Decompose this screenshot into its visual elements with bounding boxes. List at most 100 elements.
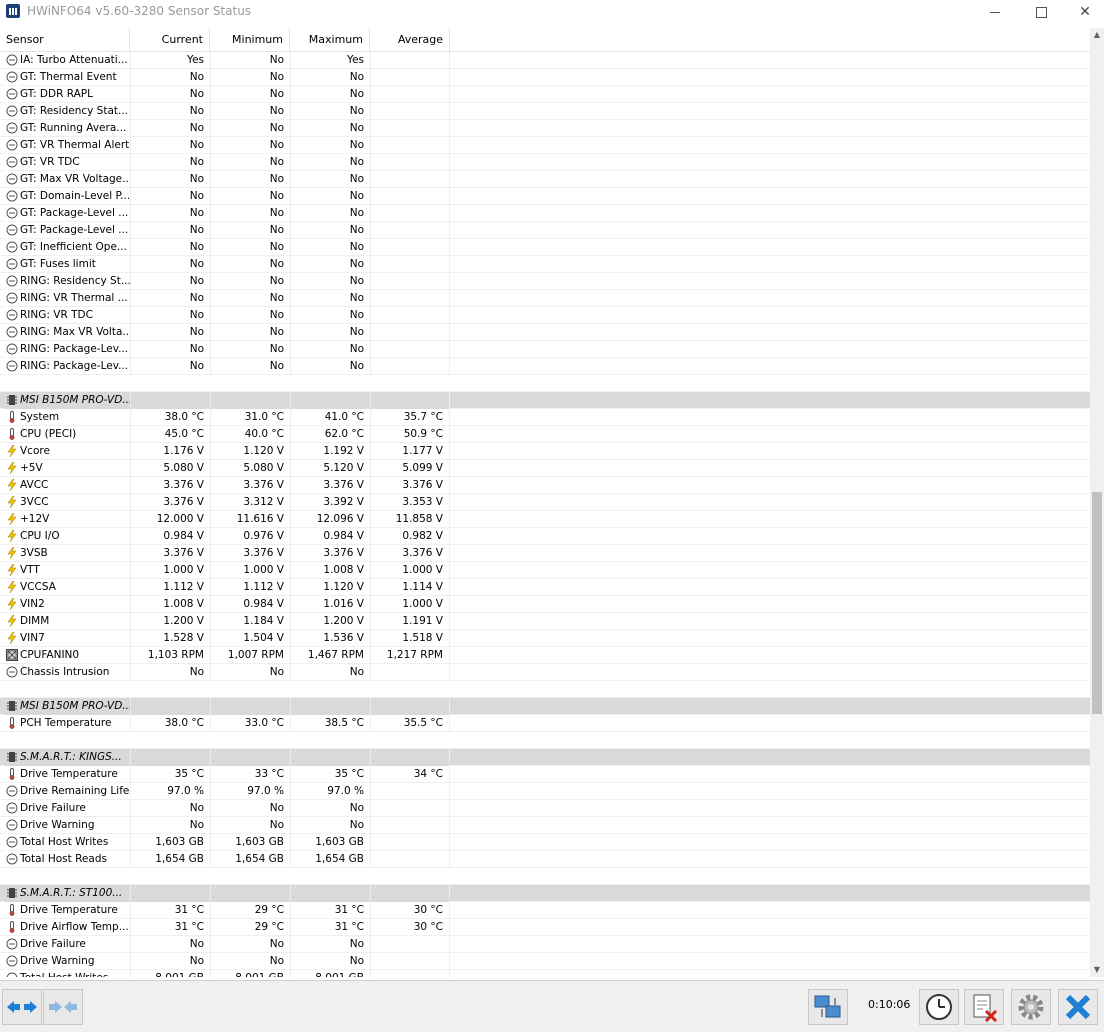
table-row[interactable]: CPU I/O 0.984 V 0.976 V 0.984 V 0.982 V — [0, 528, 1090, 545]
table-row[interactable]: GT: VR TDC No No No — [0, 154, 1090, 171]
table-row[interactable]: GT: Residency Stat... No No No — [0, 103, 1090, 120]
table-row[interactable]: GT: DDR RAPL No No No — [0, 86, 1090, 103]
table-row[interactable]: 3VCC 3.376 V 3.312 V 3.392 V 3.353 V — [0, 494, 1090, 511]
sensor-label: +12V — [20, 513, 50, 525]
sensor-label: Drive Failure — [20, 802, 86, 814]
sensor-label: GT: Inefficient Ope... — [20, 241, 127, 253]
table-row[interactable]: +5V 5.080 V 5.080 V 5.120 V 5.099 V — [0, 460, 1090, 477]
nav-forward-back-button[interactable] — [2, 989, 42, 1025]
table-row[interactable]: System 38.0 °C 31.0 °C 41.0 °C 35.7 °C — [0, 409, 1090, 426]
nav-collapse-button[interactable] — [43, 989, 83, 1025]
table-row[interactable]: GT: Max VR Voltage... No No No — [0, 171, 1090, 188]
table-row[interactable]: Total Host Reads 1,654 GB 1,654 GB 1,654 GB — [0, 851, 1090, 868]
network-button[interactable] — [808, 989, 848, 1025]
average-value — [370, 120, 450, 137]
table-row[interactable]: Chassis Intrusion No No No — [0, 664, 1090, 681]
close-button[interactable]: ✕ — [1062, 0, 1104, 24]
column-header-minimum[interactable]: Minimum — [210, 28, 290, 52]
sensor-group-header[interactable]: S.M.A.R.T.: KINGS... — [0, 749, 1090, 766]
maximum-value: 1.192 V — [290, 443, 370, 460]
table-row[interactable]: Drive Temperature 31 °C 29 °C 31 °C 30 °C — [0, 902, 1090, 919]
column-header-maximum[interactable]: Maximum — [290, 28, 370, 52]
scrollbar-thumb[interactable] — [1092, 492, 1102, 714]
table-row[interactable]: Drive Failure No No No — [0, 800, 1090, 817]
group-name-cell: S.M.A.R.T.: ST100... — [4, 885, 130, 902]
table-row[interactable]: Drive Remaining Life 97.0 % 97.0 % 97.0 % — [0, 783, 1090, 800]
table-row[interactable]: VCCSA 1.112 V 1.112 V 1.120 V 1.114 V — [0, 579, 1090, 596]
table-row[interactable]: DIMM 1.200 V 1.184 V 1.200 V 1.191 V — [0, 613, 1090, 630]
table-row[interactable]: VIN2 1.008 V 0.984 V 1.016 V 1.000 V — [0, 596, 1090, 613]
sensor-table[interactable]: Sensor Current Minimum Maximum Average I… — [0, 28, 1090, 977]
sensor-label: GT: Package-Level ... — [20, 224, 129, 236]
table-row[interactable]: RING: VR Thermal ... No No No — [0, 290, 1090, 307]
table-row[interactable]: PCH Temperature 38.0 °C 33.0 °C 38.5 °C 35.5… — [0, 715, 1090, 732]
table-row[interactable]: RING: Package-Lev... No No No — [0, 341, 1090, 358]
table-row[interactable]: RING: Residency St... No No No — [0, 273, 1090, 290]
column-header-sensor[interactable]: Sensor — [0, 28, 130, 52]
table-row[interactable]: GT: Fuses limit No No No — [0, 256, 1090, 273]
report-button[interactable] — [964, 989, 1004, 1025]
group-cell — [370, 392, 450, 409]
table-row[interactable]: Total Host Writes8,001 GB8,001 GB8,001 G… — [0, 970, 1090, 977]
table-row[interactable]: CPUFANIN0 1,103 RPM 1,007 RPM 1,467 RPM 1,21… — [0, 647, 1090, 664]
minimize-button[interactable] — [972, 0, 1018, 24]
table-row[interactable]: VTT 1.000 V 1.000 V 1.008 V 1.000 V — [0, 562, 1090, 579]
table-row[interactable]: GT: Thermal Event No No No — [0, 69, 1090, 86]
scroll-down-arrow-icon[interactable]: ▼ — [1090, 963, 1104, 977]
table-row[interactable]: RING: Max VR Volta... No No No — [0, 324, 1090, 341]
table-row[interactable]: GT: Package-Level ... No No No — [0, 205, 1090, 222]
sensor-label: GT: Residency Stat... — [20, 105, 129, 117]
clock-button[interactable] — [919, 989, 959, 1025]
table-row[interactable]: RING: VR TDC No No No — [0, 307, 1090, 324]
table-row[interactable]: GT: Inefficient Ope... No No No — [0, 239, 1090, 256]
table-row[interactable]: IA: Turbo Attenuati... Yes No Yes — [0, 52, 1090, 69]
scroll-up-arrow-icon[interactable]: ▲ — [1090, 28, 1104, 42]
table-row[interactable]: Drive Temperature 35 °C 33 °C 35 °C 34 °C — [0, 766, 1090, 783]
current-value: No — [130, 307, 210, 324]
table-row[interactable]: 3VSB 3.376 V 3.376 V 3.376 V 3.376 V — [0, 545, 1090, 562]
minimum-value: No — [210, 358, 290, 375]
table-row[interactable]: Total Host Writes 1,603 GB 1,603 GB 1,603 G… — [0, 834, 1090, 851]
table-row[interactable]: +12V 12.000 V 11.616 V 12.096 V 11.858 V — [0, 511, 1090, 528]
close-sensors-button[interactable] — [1058, 989, 1098, 1025]
sensor-label: GT: Running Avera... — [20, 122, 127, 134]
group-label: S.M.A.R.T.: ST100... — [20, 887, 123, 899]
sensor-label: GT: Package-Level ... — [20, 207, 129, 219]
table-row[interactable]: RING: Package-Lev... No No No — [0, 358, 1090, 375]
table-row[interactable]: Drive Airflow Temp... 31 °C 29 °C 31 °C 30 °… — [0, 919, 1090, 936]
settings-button[interactable] — [1011, 989, 1051, 1025]
column-header-current[interactable]: Current — [130, 28, 210, 52]
sensor-name-cell: 3VCC — [4, 494, 130, 511]
minimum-value: 1.504 V — [210, 630, 290, 647]
table-row[interactable]: AVCC 3.376 V 3.376 V 3.376 V 3.376 V — [0, 477, 1090, 494]
table-row[interactable]: GT: VR Thermal Alert No No No — [0, 137, 1090, 154]
group-cell — [290, 885, 370, 902]
current-value: Yes — [130, 52, 210, 69]
column-header-average[interactable]: Average — [370, 28, 450, 52]
current-value: No — [130, 239, 210, 256]
table-row[interactable]: GT: Domain-Level P... No No No — [0, 188, 1090, 205]
sensor-name-cell: Drive Airflow Temp... — [4, 919, 130, 936]
title-bar[interactable]: HWiNFO64 v5.60-3280 Sensor Status ✕ — [0, 0, 1104, 24]
table-row[interactable]: GT: Running Avera... No No No — [0, 120, 1090, 137]
sensor-name-cell: Total Host Writes — [4, 970, 130, 977]
sensor-name-cell: CPU I/O — [4, 528, 130, 545]
table-row[interactable]: Drive Warning No No No — [0, 817, 1090, 834]
table-row[interactable]: CPU (PECI) 45.0 °C 40.0 °C 62.0 °C 50.9 °C — [0, 426, 1090, 443]
table-row[interactable]: Vcore 1.176 V 1.120 V 1.192 V 1.177 V — [0, 443, 1090, 460]
table-row[interactable]: Drive Failure No No No — [0, 936, 1090, 953]
vertical-scrollbar[interactable]: ▲ ▼ — [1090, 28, 1104, 977]
table-row[interactable]: Drive Warning No No No — [0, 953, 1090, 970]
sensor-label: VIN2 — [20, 598, 45, 610]
maximize-button[interactable] — [1018, 0, 1064, 24]
maximum-value: Yes — [290, 52, 370, 69]
current-value: 1.000 V — [130, 562, 210, 579]
sensor-name-cell: Total Host Reads — [4, 851, 130, 868]
nav-collapse-icon — [49, 1001, 77, 1013]
table-row[interactable]: VIN7 1.528 V 1.504 V 1.536 V 1.518 V — [0, 630, 1090, 647]
sensor-group-header[interactable]: MSI B150M PRO-VD... — [0, 392, 1090, 409]
sensor-name-cell: Drive Failure — [4, 936, 130, 953]
sensor-group-header[interactable]: S.M.A.R.T.: ST100... — [0, 885, 1090, 902]
table-row[interactable]: GT: Package-Level ... No No No — [0, 222, 1090, 239]
sensor-group-header[interactable]: MSI B150M PRO-VD... — [0, 698, 1090, 715]
